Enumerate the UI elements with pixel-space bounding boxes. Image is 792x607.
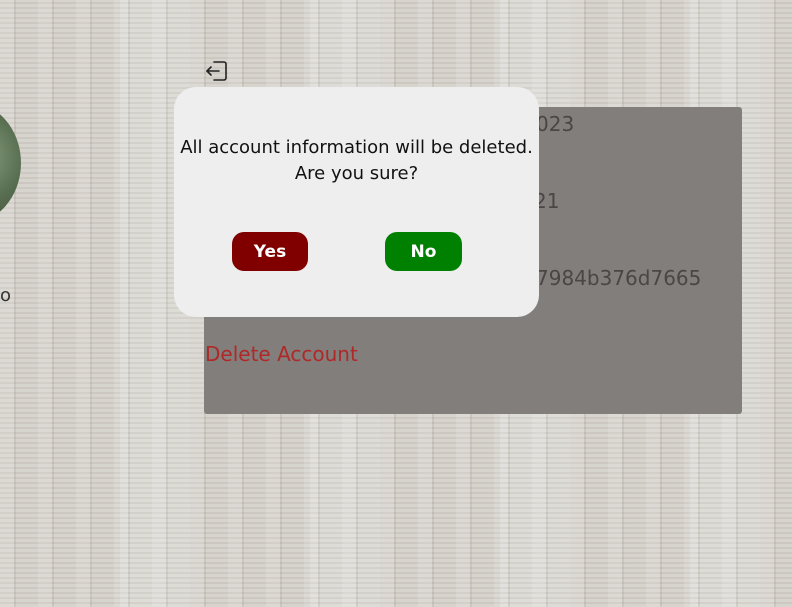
avatar xyxy=(0,102,21,224)
delete-account-link[interactable]: Delete Account xyxy=(205,342,358,366)
dialog-message-line-1: All account information will be deleted. xyxy=(180,137,533,158)
account-id-line: 7984b376d7665 xyxy=(536,266,702,290)
dialog-message: All account information will be deleted.… xyxy=(174,135,539,187)
no-button[interactable]: No xyxy=(385,232,462,271)
dialog-message-line-2: Are you sure? xyxy=(294,163,419,184)
logout-icon[interactable] xyxy=(204,58,230,84)
profile-page: o 023 21 7984b376d7665 Delete Account Al… xyxy=(0,0,792,607)
account-info-line: 023 xyxy=(536,112,575,136)
confirm-delete-dialog: All account information will be deleted.… xyxy=(174,87,539,317)
username-label: o xyxy=(0,285,12,306)
yes-button[interactable]: Yes xyxy=(232,232,308,271)
